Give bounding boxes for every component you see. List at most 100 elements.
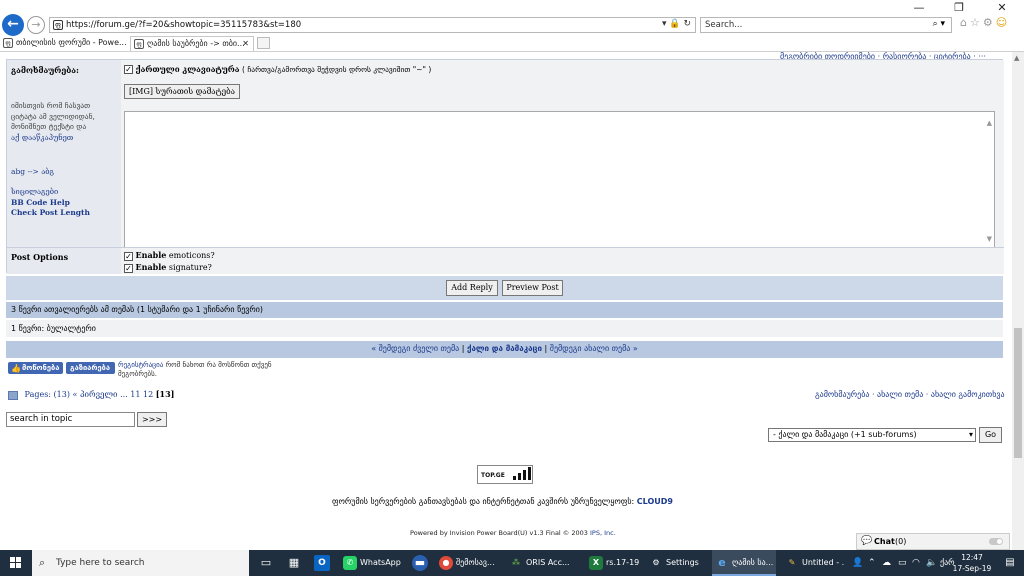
bbcode-help-link[interactable]: BB Code Help xyxy=(11,198,90,209)
forum-go-button[interactable]: Go xyxy=(979,427,1002,443)
minimize-icon[interactable]: — xyxy=(904,1,934,15)
textarea-scroll-down-icon[interactable]: ▼ xyxy=(987,235,992,243)
taskbar-app-ie-active[interactable]: e ღამის სა... xyxy=(712,550,776,576)
ips-link[interactable]: IPS, Inc. xyxy=(590,529,616,537)
taskbar-app-oris[interactable]: ⁂ ORIS Acc... xyxy=(506,550,582,576)
calculator-icon[interactable]: ▦ xyxy=(286,555,302,571)
person-icon[interactable]: 👤 xyxy=(852,550,863,576)
task-view-icon[interactable]: ▭ xyxy=(258,555,274,571)
emoticons-option: ✓ Enable emoticons? xyxy=(124,250,215,261)
chevron-down-icon: ▾ xyxy=(968,430,973,439)
start-button[interactable] xyxy=(0,550,32,576)
tab-label: ღამის საუბრები -> თბი... xyxy=(147,39,245,48)
keyboard-checkbox[interactable]: ✓ xyxy=(124,65,133,74)
close-icon[interactable]: ✕ xyxy=(987,1,1017,15)
emoticons-checkbox[interactable]: ✓ xyxy=(124,251,133,261)
browser-toolbar: — ❐ ✕ ← → ფ https://forum.ge/?f=20&showt… xyxy=(0,0,1024,52)
forum-favicon-icon: ფ xyxy=(3,38,13,48)
textarea-scroll-up-icon[interactable]: ▲ xyxy=(987,119,992,127)
topic-search-input[interactable]: search in topic xyxy=(6,412,135,427)
page-scrollbar[interactable]: ▲ xyxy=(1012,52,1024,550)
current-forum-link[interactable]: ქალი და მამაკაცი xyxy=(467,344,542,353)
page-11-link[interactable]: 11 xyxy=(130,390,140,399)
tab-active-topic[interactable]: ფ ღამის საუბრები -> თბი... ✕ xyxy=(130,36,254,51)
fb-like-button[interactable]: 👍 მოწონება xyxy=(8,362,63,374)
chat-toggle[interactable] xyxy=(989,538,1003,545)
reply-textarea[interactable]: ▲ ▼ xyxy=(124,111,995,248)
fb-share-label: გაზიარება xyxy=(70,363,111,372)
server-sponsor-text: ფორუმის სერვერების განთავსებას და ინტერნ… xyxy=(332,497,673,506)
preview-post-button[interactable]: Preview Post xyxy=(502,280,563,296)
users-list-row: 1 წევრი: ბულალტერი xyxy=(6,320,1003,337)
settings-gear-icon[interactable]: ⚙ xyxy=(983,16,996,29)
internet-explorer-icon: e xyxy=(718,556,726,569)
page-12-link[interactable]: 12 xyxy=(143,390,153,399)
search-icon: ⌕ xyxy=(39,556,46,569)
add-image-button[interactable]: [IMG] სურათის დამატება xyxy=(124,84,240,99)
topge-bar-icon xyxy=(528,467,531,480)
quote-help-link[interactable]: აქ დააწკაპუნეთ xyxy=(11,133,73,142)
topic-action-links[interactable]: გამოხმაურება · ახალი თემა · ახალი გამოკი… xyxy=(815,390,1005,399)
outlook-icon[interactable]: O xyxy=(314,555,330,571)
chat-app-icon[interactable]: ▬ xyxy=(412,555,428,571)
fb-share-button[interactable]: გაზიარება xyxy=(66,362,115,374)
volume-icon[interactable]: 🔈 xyxy=(926,550,937,576)
smiley-feedback-icon[interactable]: ☺ xyxy=(996,16,1010,29)
keyboard-toggle-row: ✓ ქართული კლავიატურა ( ჩართვა/გამორთვა შ… xyxy=(124,64,431,74)
notifications-icon[interactable]: ▤ xyxy=(1003,556,1017,570)
tab-forum-home[interactable]: ფ თბილისის ფორუმი - Powe... xyxy=(0,36,128,51)
home-icon[interactable]: ⌂ xyxy=(960,16,970,29)
topge-label: TOP.GE xyxy=(481,472,505,479)
scrollbar-thumb[interactable] xyxy=(1014,328,1022,458)
fb-register-link[interactable]: რეგისტრაცია xyxy=(118,361,163,369)
quote-help: იმისთვის რომ ჩასვათ ციტატა ამ ველიდიდან,… xyxy=(11,101,115,143)
topic-search-button[interactable]: >>> xyxy=(137,412,167,427)
topge-counter-badge[interactable]: TOP.GE xyxy=(477,465,533,484)
taskbar-search-input[interactable]: ⌕ Type here to search xyxy=(32,550,249,576)
browser-search-input[interactable]: Search... ⌕ ▾ xyxy=(700,17,952,33)
forum-jump-select[interactable]: - ქალი და მამაკაცი (+1 sub-forums) ▾ xyxy=(768,428,976,442)
taskbar-app-excel[interactable]: X rs.17-19 [... xyxy=(586,550,642,576)
fb-register-text2: მეგობრებს. xyxy=(118,370,158,378)
taskbar-app-label: ღამის სა... xyxy=(732,558,774,567)
chrome-icon: ● xyxy=(439,556,453,570)
onedrive-cloud-icon[interactable]: ☁ xyxy=(882,550,891,576)
taskbar-app-settings[interactable]: ⚙ Settings xyxy=(646,550,704,576)
topic-navigation: « შემდეგი ძველი თემა | ქალი და მამაკაცი … xyxy=(6,341,1003,358)
first-page-link[interactable]: « პირველი xyxy=(73,390,118,399)
chat-count: (0) xyxy=(895,537,907,546)
next-topic-link[interactable]: შემდეგი ახალი თემა » xyxy=(550,344,638,353)
quote-help-text: იმისთვის რომ ჩასვათ ციტატა ამ ველიდიდან,… xyxy=(11,101,95,131)
wifi-icon[interactable]: ◠ xyxy=(912,550,920,576)
fb-register-text: რომ ნახოთ რა მოსწონთ თქვენ xyxy=(165,361,272,369)
taskbar-app-chrome[interactable]: ● შემოსავ... xyxy=(436,550,502,576)
chevron-up-icon[interactable]: ⌃ xyxy=(868,550,876,576)
taskbar-clock[interactable]: 12:47 17-Sep-19 xyxy=(952,552,992,574)
chat-label: Chat xyxy=(874,537,895,546)
battery-icon[interactable]: ▭ xyxy=(898,550,907,576)
favorites-star-icon[interactable]: ☆ xyxy=(970,16,983,29)
cloud9-link[interactable]: CLOUD9 xyxy=(637,497,673,506)
scroll-up-icon[interactable]: ▲ xyxy=(1014,54,1019,62)
topge-bar-icon xyxy=(518,473,521,480)
address-bar[interactable]: ფ https://forum.ge/?f=20&showtopic=35115… xyxy=(49,17,696,33)
check-length-link[interactable]: Check Post Length xyxy=(11,208,90,219)
restore-icon[interactable]: ❐ xyxy=(944,1,974,15)
dictionary-link[interactable]: სიცილაგები xyxy=(11,187,90,198)
transliteration-link[interactable]: abg --> აბგ xyxy=(11,167,54,178)
tab-close-icon[interactable]: ✕ xyxy=(242,37,249,51)
chat-bar[interactable]: 💬 Chat (0) xyxy=(856,533,1010,550)
search-icon[interactable]: ⌕ ▾ xyxy=(933,19,945,29)
add-reply-button[interactable]: Add Reply xyxy=(446,280,498,296)
new-tab-button[interactable] xyxy=(257,37,270,49)
forward-button[interactable]: → xyxy=(27,16,45,34)
taskbar-app-paint[interactable]: ✎ Untitled - ... xyxy=(782,550,844,576)
pagination: Pages: (13) « პირველი ... 11 12 [13] xyxy=(8,389,174,400)
prev-topic-link[interactable]: « შემდეგი ძველი თემა xyxy=(371,344,459,353)
taskbar-app-whatsapp[interactable]: ✆ WhatsApp xyxy=(340,550,404,576)
signature-checkbox[interactable]: ✓ xyxy=(124,263,133,273)
emoticons-rest: emoticons? xyxy=(168,251,215,260)
windows-logo-icon xyxy=(10,557,15,562)
back-button[interactable]: ← xyxy=(2,14,24,36)
submit-buttons-row: Add Reply Preview Post xyxy=(6,276,1003,300)
